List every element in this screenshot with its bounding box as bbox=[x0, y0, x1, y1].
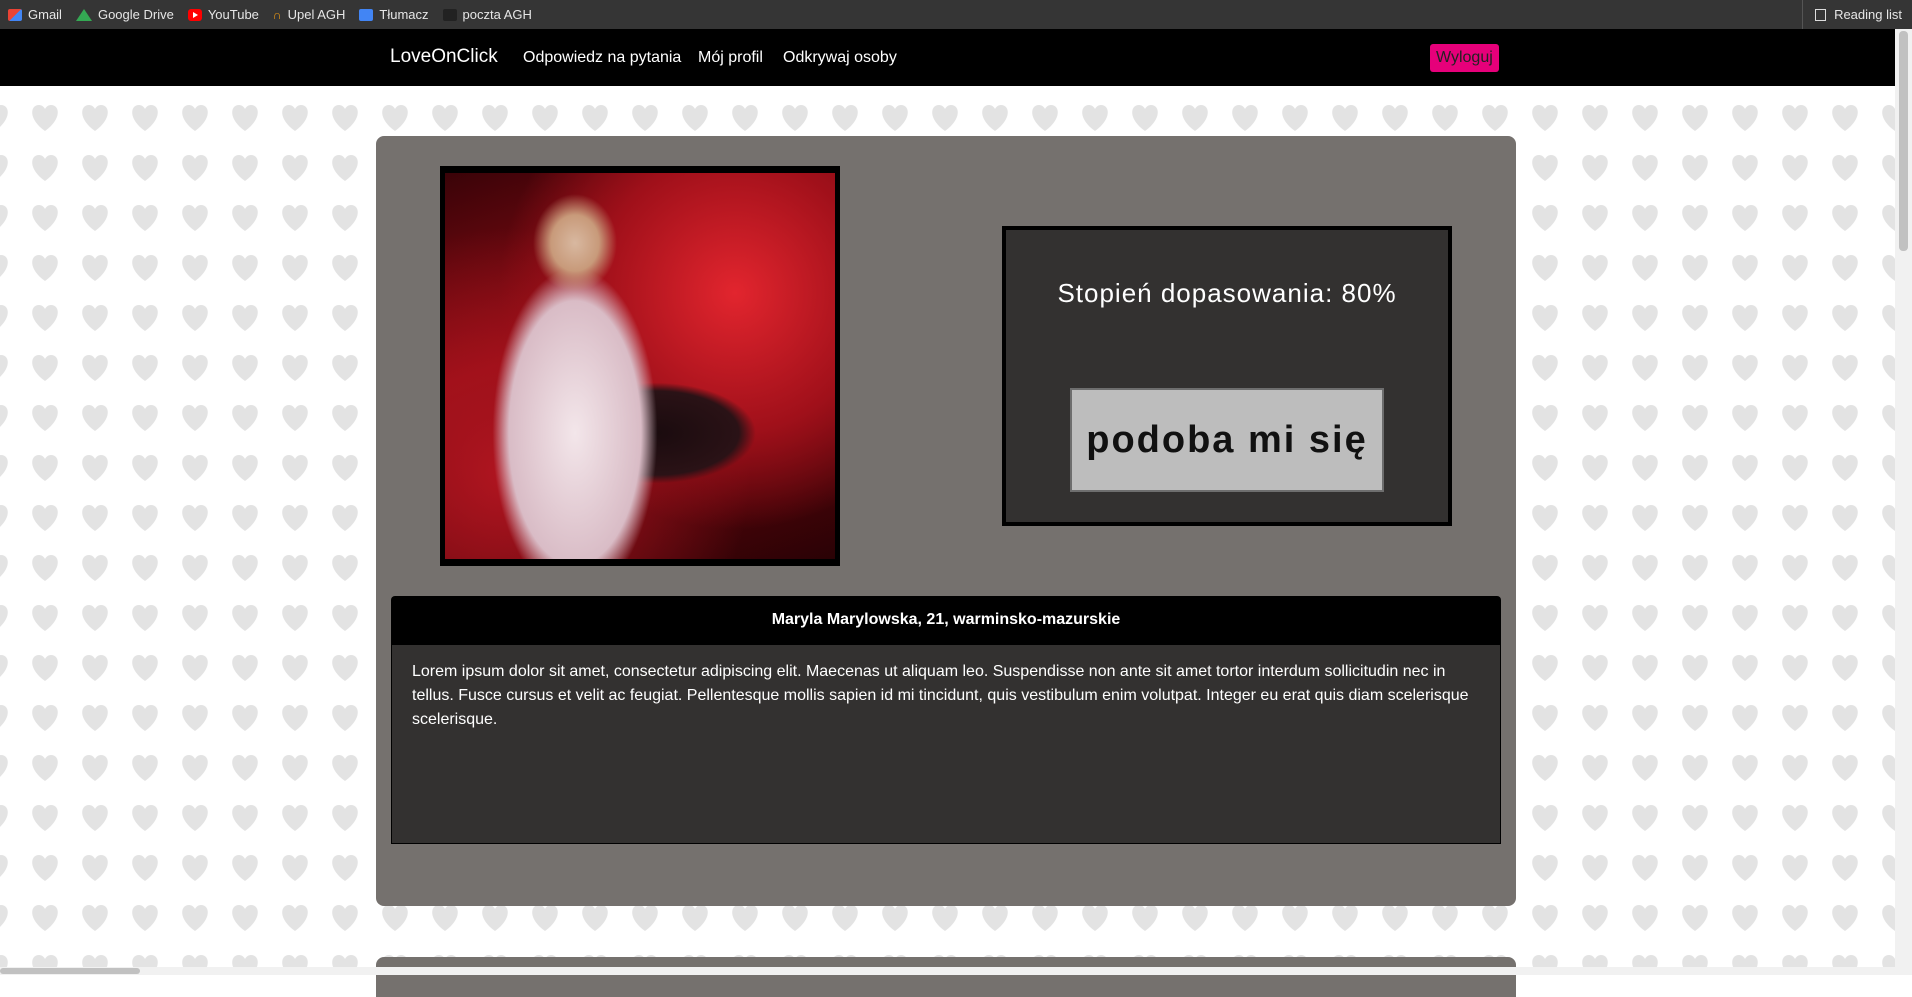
bookmark-label: YouTube bbox=[207, 7, 259, 22]
navbar: LoveOnClick Odpowiedz na pytania Mój pro… bbox=[0, 29, 1895, 86]
bookmarks-bar: Gmail Google Drive YouTube ∩ Upel AGH Tł… bbox=[0, 0, 1912, 29]
bookmark-label: Google Drive bbox=[97, 7, 174, 22]
youtube-icon bbox=[187, 8, 202, 21]
bookmark-poczta[interactable]: poczta AGH bbox=[442, 7, 532, 22]
reading-list-label: Reading list bbox=[1834, 7, 1902, 22]
like-button[interactable]: podoba mi się bbox=[1070, 388, 1384, 492]
bookmark-label: Gmail bbox=[28, 7, 62, 22]
bookmark-upel[interactable]: ∩ Upel AGH bbox=[273, 7, 345, 22]
vertical-scrollbar[interactable] bbox=[1895, 29, 1912, 975]
bookmark-label: Tłumacz bbox=[379, 7, 429, 22]
bookmark-gmail[interactable]: Gmail bbox=[8, 7, 62, 22]
match-panel: Stopień dopasowania: 80% podoba mi się bbox=[1002, 226, 1452, 526]
translate-icon bbox=[359, 8, 374, 21]
gmail-icon bbox=[8, 8, 22, 21]
nav-link-my-profile[interactable]: Mój profil bbox=[698, 49, 763, 67]
reading-list-button[interactable]: Reading list bbox=[1802, 0, 1902, 29]
profile-card: Stopień dopasowania: 80% podoba mi się M… bbox=[376, 136, 1516, 906]
profile-header: Maryla Marylowska, 21, warminsko-mazursk… bbox=[391, 596, 1501, 644]
bookmark-youtube[interactable]: YouTube bbox=[187, 7, 259, 22]
mail-icon bbox=[442, 8, 457, 21]
bookmark-google-drive[interactable]: Google Drive bbox=[75, 7, 174, 22]
google-drive-icon bbox=[75, 8, 92, 21]
bookmark-label: Upel AGH bbox=[287, 7, 346, 22]
vertical-scrollbar-thumb[interactable] bbox=[1899, 31, 1908, 251]
page-background: LoveOnClick Odpowiedz na pytania Mój pro… bbox=[0, 29, 1895, 997]
logout-button[interactable]: Wyloguj bbox=[1430, 44, 1499, 72]
next-profile-card bbox=[376, 957, 1516, 997]
profile-description: Lorem ipsum dolor sit amet, consectetur … bbox=[391, 644, 1501, 844]
horizontal-scrollbar-thumb[interactable] bbox=[0, 968, 140, 974]
brand-link[interactable]: LoveOnClick bbox=[390, 46, 498, 68]
match-score: Stopień dopasowania: 80% bbox=[1057, 278, 1397, 308]
nav-link-answer-questions[interactable]: Odpowiedz na pytania bbox=[523, 49, 681, 67]
horizontal-scrollbar[interactable] bbox=[0, 967, 1895, 975]
reading-list-icon bbox=[1815, 8, 1827, 21]
upel-icon: ∩ bbox=[272, 7, 282, 22]
nav-link-discover[interactable]: Odkrywaj osoby bbox=[783, 49, 897, 67]
profile-photo bbox=[445, 173, 835, 559]
bookmark-label: poczta AGH bbox=[462, 7, 532, 22]
bookmark-translate[interactable]: Tłumacz bbox=[359, 7, 429, 22]
profile-photo-frame bbox=[440, 166, 840, 566]
